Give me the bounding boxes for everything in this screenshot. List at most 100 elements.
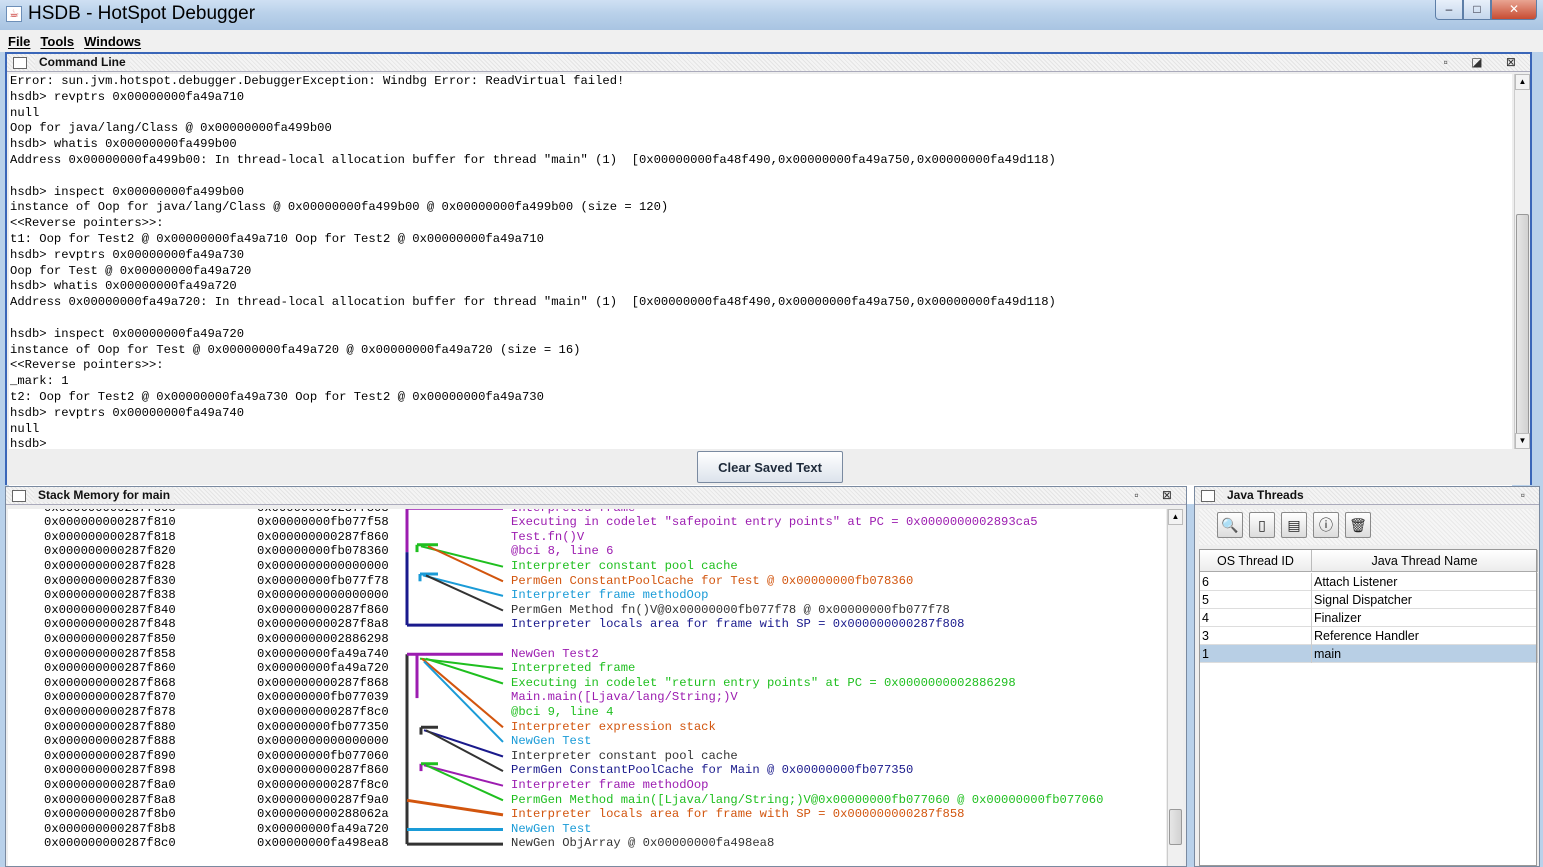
table-row[interactable]: 3 Reference Handler — [1200, 627, 1538, 645]
table-row[interactable]: 6 Attach Listener — [1200, 573, 1538, 591]
table-row[interactable]: 4 Finalizer — [1200, 609, 1538, 627]
frame-controls[interactable]: ▫ — [1521, 488, 1535, 502]
stack-annotation: @bci 8, line 6 — [511, 544, 614, 559]
menu-file[interactable]: File — [8, 34, 30, 49]
column-header-java-thread-name[interactable]: Java Thread Name — [1312, 550, 1538, 572]
stack-value: 0x00000000fb077350 — [257, 719, 389, 734]
java-thread-name-cell: Finalizer — [1312, 609, 1538, 627]
command-output-line: t1: Oop for Test2 @ 0x00000000fa49a710 O… — [10, 231, 544, 246]
command-output-line — [10, 311, 1512, 327]
title-bar: ☕ HSDB - HotSpot Debugger – □ ✕ — [0, 0, 1543, 30]
stack-address: 0x000000000287f818 — [44, 529, 176, 544]
stack-address: 0x000000000287f8b8 — [44, 821, 176, 836]
stack-memory-icon[interactable]: ▯ — [1249, 512, 1275, 538]
stack-value: 0x00000000fa49a720 — [257, 821, 389, 836]
clear-saved-text-button[interactable]: Clear Saved Text — [697, 451, 843, 483]
table-row[interactable]: 5 Signal Dispatcher — [1200, 591, 1538, 609]
stack-annotation: Interpreter locals area for frame with S… — [511, 807, 965, 822]
scroll-thumb[interactable] — [1516, 214, 1529, 444]
command-output-line: Address 0x00000000fa49a720: In thread-lo… — [10, 295, 1056, 310]
window-controls: – □ ✕ — [1435, 0, 1537, 22]
stack-value: 0x00000000fb077060 — [257, 748, 389, 763]
minimize-button[interactable]: – — [1435, 0, 1463, 20]
stack-address: 0x000000000287f820 — [44, 544, 176, 559]
stack-memory-titlebar[interactable]: Stack Memory for main ▫ ⊠ — [6, 487, 1186, 505]
command-output-line: <<Reverse pointers>>: — [10, 358, 164, 373]
stack-value: 0x000000000287f868 — [257, 675, 389, 690]
os-thread-id-cell: 3 — [1200, 627, 1312, 645]
stack-address: 0x000000000287f8a8 — [44, 792, 176, 807]
stack-annotation: NewGen Test — [511, 821, 592, 836]
column-header-os-thread-id[interactable]: OS Thread ID — [1200, 550, 1312, 572]
thread-info-icon[interactable]: ⓘ — [1313, 512, 1339, 538]
command-output-line: t2: Oop for Test2 @ 0x00000000fa49a730 O… — [10, 389, 544, 404]
stack-address: 0x000000000287f838 — [44, 588, 176, 603]
pointer-line — [423, 729, 504, 758]
stack-annotation: Interpreter locals area for frame with S… — [511, 617, 965, 632]
threads-table: OS Thread ID Java Thread Name 6 Attach Li… — [1199, 549, 1538, 866]
maximize-button[interactable]: □ — [1463, 0, 1491, 20]
stack-value: 0x000000000287f8a8 — [257, 617, 389, 632]
stack-value: 0x000000000287f860 — [257, 529, 389, 544]
stack-annotation: NewGen Test2 — [511, 646, 599, 661]
command-output[interactable]: Error: sun.jvm.hotspot.debugger.Debugger… — [9, 74, 1512, 504]
scroll-thumb[interactable] — [1169, 809, 1182, 845]
stack-memory-view[interactable]: 0x000000000287f8080x000000000287f808Inte… — [8, 509, 1166, 866]
stack-annotation: Interpreter constant pool cache — [511, 748, 738, 763]
menu-tools[interactable]: Tools — [40, 34, 74, 49]
java-app-icon[interactable]: ☕ — [6, 6, 22, 22]
find-crashes-icon[interactable]: 🗑 — [1345, 512, 1371, 538]
stack-address: 0x000000000287f830 — [44, 573, 176, 588]
table-header: OS Thread ID Java Thread Name — [1200, 550, 1538, 572]
java-stack-trace-icon[interactable]: ▤ — [1281, 512, 1307, 538]
command-output-line: hsdb> whatis 0x00000000fa49a720 — [10, 279, 237, 294]
stack-annotation: Executing in codelet "return entry point… — [511, 675, 1016, 690]
stack-value: 0x00000000fb077f78 — [257, 573, 389, 588]
command-scrollbar[interactable]: ▲ ▼ — [1514, 74, 1530, 449]
command-output-line: hsdb> inspect 0x00000000fa49a720 — [10, 326, 245, 341]
frame-controls[interactable]: ▫ ◪ ⊠ — [1444, 55, 1526, 69]
inspect-thread-icon[interactable]: 🔍 — [1217, 512, 1243, 538]
stack-value: 0x00000000fb077f58 — [257, 515, 389, 530]
command-line-titlebar[interactable]: Command Line ▫ ◪ ⊠ — [7, 54, 1530, 72]
stack-address: 0x000000000287f880 — [44, 719, 176, 734]
command-line-window: Command Line ▫ ◪ ⊠ Error: sun.jvm.hotspo… — [5, 52, 1532, 504]
stack-address: 0x000000000287f878 — [44, 704, 176, 719]
stack-address: 0x000000000287f8a0 — [44, 777, 176, 792]
java-thread-name-cell: Attach Listener — [1312, 573, 1538, 591]
stack-memory-window: Stack Memory for main ▫ ⊠ 0x000000000287… — [5, 486, 1187, 867]
threads-toolbar: 🔍 ▯ ▤ ⓘ 🗑 — [1199, 509, 1535, 545]
stack-value: 0x000000000287f9a0 — [257, 792, 389, 807]
pointer-line — [421, 657, 504, 729]
scroll-up-arrow-icon[interactable]: ▲ — [1515, 74, 1530, 90]
stack-annotation: Main.main([Ljava/lang/String;)V — [511, 690, 738, 705]
stack-value: 0x0000000000000000 — [257, 588, 389, 603]
close-button[interactable]: ✕ — [1491, 0, 1537, 20]
stack-value: 0x00000000fb078360 — [257, 544, 389, 559]
table-row[interactable]: 1 main — [1200, 645, 1538, 663]
stack-address: 0x000000000287f868 — [44, 675, 176, 690]
stack-address: 0x000000000287f870 — [44, 690, 176, 705]
stack-address: 0x000000000287f828 — [44, 558, 176, 573]
stack-value: 0x00000000fb077039 — [257, 690, 389, 705]
scroll-down-arrow-icon[interactable]: ▼ — [1515, 433, 1530, 449]
java-threads-title: Java Threads — [1223, 488, 1308, 502]
command-output-line: Oop for Test @ 0x00000000fa49a720 — [10, 263, 252, 278]
frame-icon — [13, 57, 27, 69]
frame-controls[interactable]: ▫ ⊠ — [1134, 488, 1182, 502]
window-title: HSDB - HotSpot Debugger — [28, 3, 256, 24]
stack-value: 0x00000000fa49a740 — [257, 646, 389, 661]
stack-annotation: Interpreter frame methodOop — [511, 777, 709, 792]
stack-value: 0x0000000000000000 — [257, 558, 389, 573]
command-output-line: hsdb> inspect 0x00000000fa499b00 — [10, 184, 245, 199]
command-output-line: Oop for java/lang/Class @ 0x00000000fa49… — [10, 121, 332, 136]
scroll-up-arrow-icon[interactable]: ▲ — [1168, 509, 1183, 525]
stack-value: 0x000000000288062a — [257, 807, 389, 822]
stack-scrollbar[interactable]: ▲ — [1167, 509, 1183, 866]
java-threads-titlebar[interactable]: Java Threads ▫ — [1195, 487, 1539, 505]
os-thread-id-cell: 4 — [1200, 609, 1312, 627]
command-output-line: instance of Oop for Test @ 0x00000000fa4… — [10, 342, 581, 357]
command-output-line: <<Reverse pointers>>: — [10, 216, 164, 231]
command-output-line: hsdb> whatis 0x00000000fa499b00 — [10, 137, 237, 152]
menu-windows[interactable]: Windows — [84, 34, 141, 49]
